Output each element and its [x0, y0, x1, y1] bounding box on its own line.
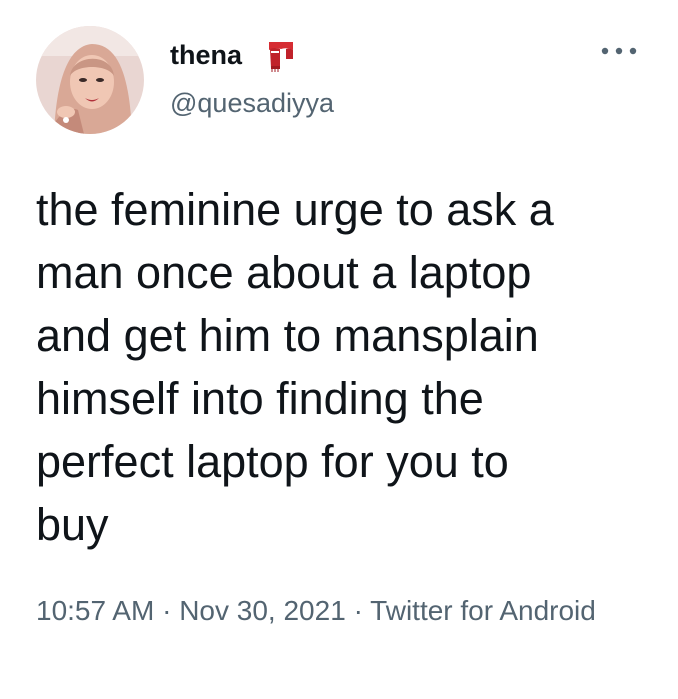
- tweet-time[interactable]: 10:57 AM: [36, 595, 154, 626]
- scarf-emoji-icon: [269, 42, 293, 72]
- tweet-date[interactable]: Nov 30, 2021: [179, 595, 346, 626]
- tweet-meta: 10:57 AM · Nov 30, 2021 · Twitter for An…: [36, 589, 646, 633]
- meta-separator: ·: [353, 595, 363, 626]
- username-handle[interactable]: @quesadiyya: [170, 86, 334, 120]
- tweet-source[interactable]: Twitter for Android: [370, 595, 596, 626]
- tweet-card: thena @quesadiyya the feminine urge to a…: [0, 0, 678, 699]
- avatar[interactable]: [36, 26, 144, 134]
- display-name[interactable]: thena: [170, 38, 242, 72]
- avatar-image: [36, 26, 144, 134]
- meta-separator: ·: [162, 595, 172, 626]
- more-options-icon[interactable]: [596, 40, 642, 62]
- tweet-text: the feminine urge to ask a man once abou…: [36, 184, 554, 550]
